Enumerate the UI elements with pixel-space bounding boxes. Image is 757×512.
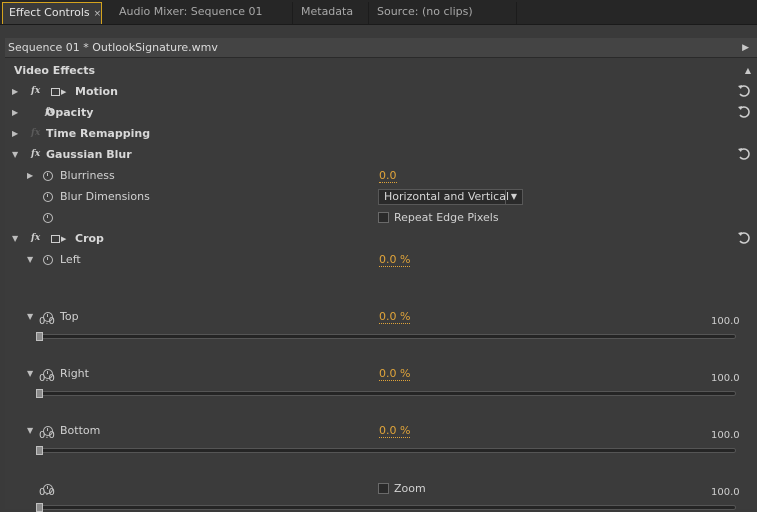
- reset-icon[interactable]: [737, 231, 751, 245]
- param-label: Blur Dimensions: [60, 190, 150, 203]
- checkbox-label: Zoom: [394, 482, 426, 495]
- slider-thumb[interactable]: [36, 446, 43, 455]
- transform-arrow-icon: ▶: [61, 235, 67, 243]
- collapse-up-icon[interactable]: ▲: [745, 60, 751, 81]
- param-row-left: ▼ Left 0.0 %: [5, 249, 757, 270]
- param-row-top: ▼ Top 0.0 %: [5, 306, 757, 327]
- reset-icon[interactable]: [737, 105, 751, 119]
- effect-row-gaussian-blur[interactable]: ▼ fx Gaussian Blur: [5, 144, 757, 165]
- tab-audio-mixer[interactable]: Audio Mixer: Sequence 01: [113, 2, 293, 24]
- param-row-right: ▼ Right 0.0 %: [5, 363, 757, 384]
- tab-label: Metadata: [301, 5, 354, 18]
- collapse-triangle-icon[interactable]: ▼: [12, 144, 18, 165]
- param-row-repeat-edge: Repeat Edge Pixels: [5, 207, 757, 228]
- effect-row-motion[interactable]: ▶ fx ▶ Motion: [5, 81, 757, 102]
- right-value[interactable]: 0.0 %: [379, 367, 411, 381]
- param-label: Blurriness: [60, 169, 115, 182]
- stopwatch-icon[interactable]: [43, 312, 53, 322]
- tab-source[interactable]: Source: (no clips): [371, 2, 517, 24]
- chevron-down-icon: ▼: [505, 190, 522, 204]
- tab-label: Audio Mixer: Sequence 01: [119, 5, 263, 18]
- tab-effect-controls[interactable]: Effect Controls ×: [2, 2, 102, 24]
- fx-icon: fx: [31, 128, 41, 138]
- repeat-edge-checkbox[interactable]: [378, 212, 389, 223]
- expand-triangle-icon[interactable]: ▶: [12, 123, 18, 144]
- reset-icon[interactable]: [737, 84, 751, 98]
- effect-name: Gaussian Blur: [46, 148, 132, 161]
- effect-name: Crop: [75, 232, 104, 245]
- effect-row-time-remapping[interactable]: ▶ fx Time Remapping: [5, 123, 757, 144]
- left-value[interactable]: 0.0 %: [379, 253, 411, 267]
- expand-timeline-arrow-icon[interactable]: ▶: [742, 38, 749, 58]
- video-effects-title: Video Effects: [14, 64, 96, 77]
- tab-label: Source: (no clips): [377, 5, 473, 18]
- expand-triangle-icon[interactable]: ▶: [12, 81, 18, 102]
- effect-name: Motion: [75, 85, 118, 98]
- panel-tab-bar: Effect Controls × Audio Mixer: Sequence 0…: [0, 0, 757, 25]
- dropdown-value: Horizontal and Vertical: [384, 190, 510, 203]
- param-row-blur-dimensions: Blur Dimensions Horizontal and Vertical …: [5, 186, 757, 207]
- top-slider[interactable]: [39, 391, 736, 396]
- close-icon[interactable]: ×: [94, 9, 102, 19]
- transform-box-icon[interactable]: [51, 235, 60, 243]
- effect-controls-panel: Sequence 01 * OutlookSignature.wmv ▶ Vid…: [5, 38, 757, 512]
- slider-thumb[interactable]: [36, 389, 43, 398]
- checkbox-label: Repeat Edge Pixels: [394, 211, 499, 224]
- fx-icon[interactable]: fx: [31, 144, 40, 165]
- stopwatch-icon[interactable]: [43, 369, 53, 379]
- collapse-triangle-icon[interactable]: ▼: [27, 249, 33, 270]
- stopwatch-icon[interactable]: [43, 426, 53, 436]
- expand-triangle-icon[interactable]: ▶: [27, 165, 33, 186]
- reset-icon[interactable]: [737, 147, 751, 161]
- transform-box-icon[interactable]: [51, 88, 60, 96]
- stopwatch-icon: [43, 484, 53, 494]
- collapse-triangle-icon[interactable]: ▼: [27, 420, 33, 441]
- param-row-blurriness: ▶ Blurriness 0.0: [5, 165, 757, 186]
- effect-row-crop[interactable]: ▼ fx ▶ Crop: [5, 228, 757, 249]
- left-slider[interactable]: [39, 334, 736, 339]
- blur-dimensions-dropdown[interactable]: Horizontal and Vertical ▼: [378, 189, 523, 205]
- stopwatch-icon[interactable]: [43, 255, 53, 265]
- right-slider[interactable]: [39, 448, 736, 453]
- slider-thumb[interactable]: [36, 503, 43, 512]
- video-effects-header: Video Effects ▲: [5, 60, 757, 81]
- sequence-clip-bar[interactable]: Sequence 01 * OutlookSignature.wmv ▶: [5, 38, 757, 58]
- slider-thumb[interactable]: [36, 332, 43, 341]
- bottom-value[interactable]: 0.0 %: [379, 424, 411, 438]
- stopwatch-icon: [43, 213, 53, 223]
- stopwatch-icon[interactable]: [43, 171, 53, 181]
- effect-name-opacity-text: Opacity: [46, 106, 94, 119]
- expand-triangle-icon[interactable]: ▶: [12, 102, 18, 123]
- fx-icon[interactable]: fx: [31, 228, 40, 249]
- collapse-triangle-icon[interactable]: ▼: [27, 363, 33, 384]
- param-label: Left: [60, 253, 81, 266]
- collapse-triangle-icon[interactable]: ▼: [27, 306, 33, 327]
- param-label: Top: [60, 310, 79, 323]
- transform-arrow-icon: ▶: [61, 88, 67, 96]
- collapse-triangle-icon[interactable]: ▼: [12, 228, 18, 249]
- effect-name: Time Remapping: [46, 127, 151, 140]
- tab-label: Effect Controls: [9, 6, 90, 19]
- effect-row-opacity[interactable]: ▶ fx Opacity: [5, 102, 757, 123]
- param-label: Right: [60, 367, 89, 380]
- blurriness-value[interactable]: 0.0: [379, 169, 397, 183]
- stopwatch-icon[interactable]: [43, 192, 53, 202]
- bottom-slider[interactable]: [39, 505, 736, 510]
- top-value[interactable]: 0.0 %: [379, 310, 411, 324]
- tab-metadata[interactable]: Metadata: [295, 2, 369, 24]
- fx-icon[interactable]: fx: [31, 81, 40, 102]
- param-row-zoom: Zoom: [5, 478, 757, 499]
- param-label: Bottom: [60, 424, 101, 437]
- zoom-checkbox[interactable]: [378, 483, 389, 494]
- param-row-bottom: ▼ Bottom 0.0 %: [5, 420, 757, 441]
- sequence-clip-title: Sequence 01 * OutlookSignature.wmv: [8, 41, 218, 54]
